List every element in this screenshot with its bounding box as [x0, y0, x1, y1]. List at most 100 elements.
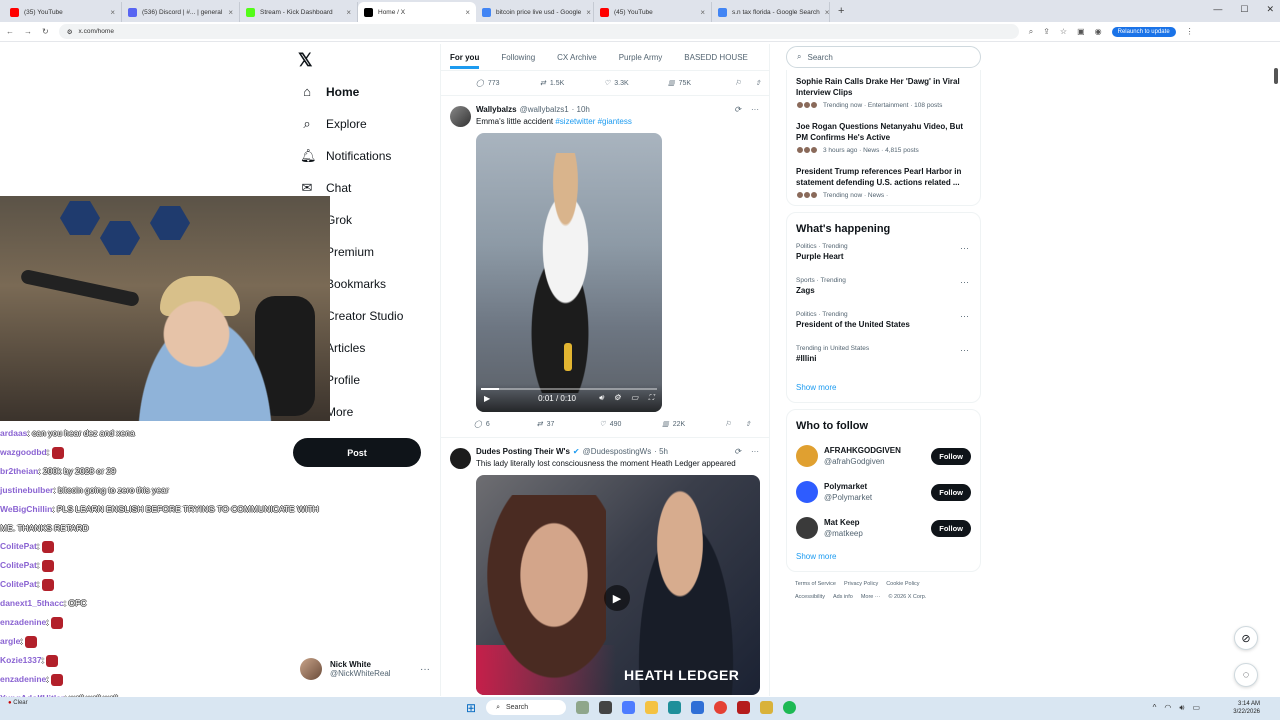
- avatar[interactable]: [796, 481, 818, 503]
- messages-button[interactable]: ◌: [1234, 663, 1258, 687]
- news-story[interactable]: President Trump references Pearl Harbor …: [796, 160, 971, 205]
- footer-link[interactable]: Accessibility: [795, 594, 825, 600]
- more-icon[interactable]: ···: [751, 105, 759, 114]
- pip-icon[interactable]: ▭: [631, 393, 639, 403]
- windows-start-icon[interactable]: ⊞: [466, 701, 476, 715]
- close-icon[interactable]: ×: [110, 8, 115, 17]
- news-story[interactable]: Joe Rogan Questions Netanyahu Video, But…: [796, 115, 971, 160]
- footer-link[interactable]: Ads info: [833, 594, 853, 600]
- more-icon[interactable]: ···: [960, 311, 969, 321]
- tweet[interactable]: Dudes Posting Their W's ✔ @DudespostingW…: [441, 437, 769, 695]
- trend-item[interactable]: Trending in United States #Illini ···: [796, 343, 971, 377]
- share-icon[interactable]: ⇪: [1043, 27, 1050, 36]
- video-player[interactable]: ▶ 0:01 / 0:10 🔊︎ ⚙ ▭ ⛶: [476, 133, 662, 412]
- follow-button[interactable]: Follow: [931, 483, 971, 501]
- grok-icon[interactable]: ⟳: [734, 105, 741, 114]
- widgets-icon[interactable]: [576, 701, 590, 714]
- address-bar[interactable]: ⚙ x.com/home: [58, 24, 1019, 39]
- trend-item[interactable]: Politics · Trending President of the Unit…: [796, 309, 971, 343]
- follow-handle[interactable]: @Polymarket: [824, 493, 872, 502]
- post-time[interactable]: · 10h: [572, 105, 590, 114]
- relaunch-button[interactable]: Relaunch to update: [1111, 26, 1176, 37]
- avatar[interactable]: [450, 448, 471, 469]
- trend-item[interactable]: Politics · Trending Purple Heart ···: [796, 241, 971, 275]
- star-icon[interactable]: ☆: [1060, 27, 1067, 36]
- share-icon[interactable]: ⇧: [755, 79, 761, 87]
- bookmark-icon[interactable]: ⚐: [725, 420, 731, 428]
- copilot-icon[interactable]: [622, 701, 636, 714]
- extension-icon[interactable]: ▣: [1077, 27, 1085, 36]
- post-time[interactable]: · 5h: [654, 447, 668, 456]
- close-icon[interactable]: ×: [465, 8, 470, 17]
- profile-icon[interactable]: ◉: [1095, 27, 1102, 36]
- browser-tab[interactable]: Home / X ×: [358, 2, 476, 22]
- wifi-icon[interactable]: ◠: [1164, 703, 1171, 713]
- bookmark-icon[interactable]: ⚐: [735, 79, 741, 87]
- views-button[interactable]: ▥ 22K: [662, 420, 725, 429]
- video-player[interactable]: ▶ HEATH LEDGER: [476, 475, 760, 695]
- follow-suggestion[interactable]: Mat Keep @matkeep Follow: [796, 510, 971, 546]
- share-icon[interactable]: ⇧: [745, 420, 751, 428]
- scrollbar[interactable]: [1274, 68, 1278, 84]
- nav-explore[interactable]: ⌕ Explore: [300, 116, 366, 132]
- browser-tab[interactable]: Stream - Kick Dashboard ×: [240, 2, 358, 22]
- settings-icon[interactable]: ⚙: [614, 393, 621, 403]
- grok-icon[interactable]: ⟳: [734, 447, 741, 456]
- chrome-icon[interactable]: [714, 701, 728, 714]
- follow-handle[interactable]: @afrahGodgiven: [824, 457, 901, 466]
- battery-icon[interactable]: ▭: [1192, 703, 1200, 713]
- browser-tab[interactable]: (536) Discord | #... | general ×: [122, 2, 240, 22]
- avatar[interactable]: [796, 517, 818, 539]
- site-info-icon[interactable]: ⚙: [67, 28, 73, 36]
- close-icon[interactable]: ✕: [1266, 4, 1274, 15]
- browser-tab[interactable]: (35) YouTube ×: [4, 2, 122, 22]
- grok-compose-button[interactable]: ⊘: [1234, 626, 1258, 650]
- follow-name[interactable]: Polymarket: [824, 482, 872, 491]
- author-name[interactable]: Dudes Posting Their W's: [476, 447, 570, 456]
- browser-tab[interactable]: bitcoin price live usd - Google ×: [476, 2, 594, 22]
- like-button[interactable]: ♡ 3.3K: [604, 79, 668, 88]
- store-icon[interactable]: [691, 701, 705, 714]
- timeline-tab[interactable]: CX Archive: [557, 53, 597, 62]
- weather-widget[interactable]: ● Clear: [8, 700, 28, 707]
- nav-notifications[interactable]: 🔔︎ Notifications: [300, 148, 391, 164]
- timeline-tab[interactable]: BASEDD HOUSE: [684, 53, 748, 62]
- reply-button[interactable]: ◯ 6: [474, 420, 537, 429]
- like-button[interactable]: ♡ 490: [599, 420, 662, 429]
- close-icon[interactable]: ×: [825, 8, 829, 17]
- more-icon[interactable]: ···: [420, 664, 430, 675]
- more-icon[interactable]: ···: [751, 447, 759, 456]
- app-icon[interactable]: [760, 701, 774, 714]
- show-more-link[interactable]: Show more: [796, 377, 971, 402]
- show-more-link[interactable]: Show more: [796, 546, 971, 571]
- reload-icon[interactable]: ↻: [42, 27, 49, 36]
- zoom-icon[interactable]: ⌕: [1029, 27, 1033, 37]
- footer-link[interactable]: Terms of Service: [795, 581, 836, 587]
- follow-suggestion[interactable]: AFRAHKGODGIVEN @afrahGodgiven Follow: [796, 438, 971, 474]
- repost-button[interactable]: ⇄ 1.5K: [540, 79, 604, 88]
- author-handle[interactable]: @wallybalzs1: [520, 105, 569, 114]
- footer-link[interactable]: Cookie Policy: [886, 581, 919, 587]
- timeline-tab[interactable]: For you: [450, 53, 480, 69]
- tweet[interactable]: Wallybalzs @wallybalzs1 · 10h ⟳ ··· Emma'…: [441, 95, 769, 437]
- forward-icon[interactable]: →: [24, 27, 32, 36]
- views-button[interactable]: ▥ 75K: [668, 79, 732, 88]
- clock[interactable]: 3:14 AM 3/22/2026: [1233, 700, 1260, 716]
- x-logo-icon[interactable]: 𝕏: [298, 50, 313, 71]
- trend-item[interactable]: Sports · Trending Zags ···: [796, 275, 971, 309]
- author-name[interactable]: Wallybalzs: [476, 105, 517, 114]
- footer-link[interactable]: © 2026 X Corp.: [888, 594, 926, 600]
- menu-icon[interactable]: ⋮: [1186, 27, 1194, 36]
- more-icon[interactable]: ···: [960, 243, 969, 253]
- new-tab-icon[interactable]: +: [830, 5, 852, 17]
- fullscreen-icon[interactable]: ⛶: [648, 393, 654, 403]
- footer-link[interactable]: More ···: [861, 594, 881, 600]
- volume-icon[interactable]: 🔊︎: [1179, 703, 1184, 713]
- close-icon[interactable]: ×: [586, 8, 591, 17]
- follow-handle[interactable]: @matkeep: [824, 529, 863, 538]
- close-icon[interactable]: ×: [700, 8, 705, 17]
- close-icon[interactable]: ×: [346, 8, 351, 17]
- minimize-icon[interactable]: —: [1213, 4, 1222, 15]
- timeline-tab[interactable]: Following: [501, 53, 535, 62]
- reply-button[interactable]: ◯ 773: [476, 79, 540, 88]
